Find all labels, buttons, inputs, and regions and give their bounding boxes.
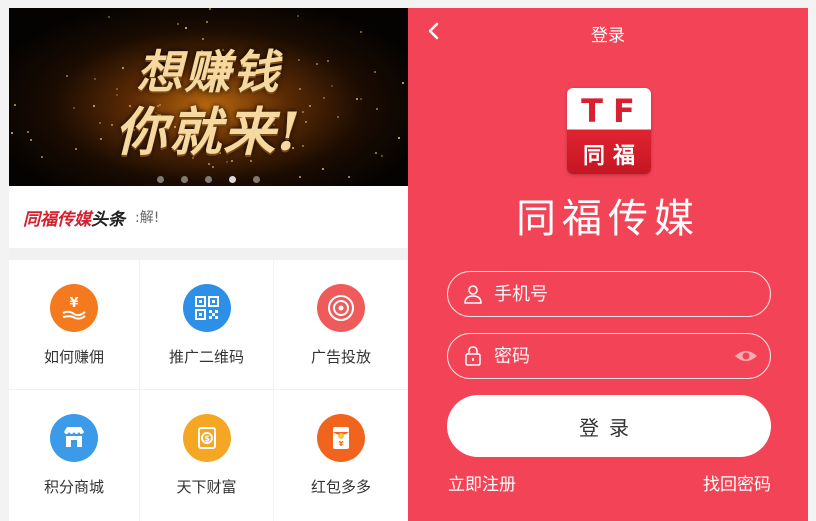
carousel-dot[interactable] [156,176,164,183]
feature-points-mall[interactable]: 积分商城 [9,390,139,521]
svg-text:¥: ¥ [69,296,78,311]
feature-label: 红包多多 [310,478,371,496]
headline-brand: 同福传媒 [23,209,91,230]
banner-spark [297,14,300,17]
store-icon [50,414,98,462]
banner-spark [208,8,211,10]
login-button[interactable]: 登录 [447,395,771,457]
carousel-dot[interactable] [253,176,261,183]
feature-label: 积分商城 [43,478,104,496]
brand-name: 同福传媒 [516,196,700,242]
svg-text:¥: ¥ [339,440,344,448]
qr-code-icon [182,284,231,332]
feature-label: 推广二维码 [168,348,244,366]
feature-label: 天下财富 [176,478,237,496]
home-panel: 想赚钱 你就来! 同福传媒 头条 :解! ¥ 如何赚佣 推广二维码 广告投放 积… [9,8,408,521]
password-input[interactable] [494,342,734,370]
carousel-dots [9,168,408,186]
feature-how-to-earn[interactable]: ¥ 如何赚佣 [9,260,139,389]
banner-spark [185,27,188,30]
user-icon [462,283,484,305]
headline-text: :解! [135,210,160,226]
banner-spark [360,30,363,33]
banner-spark [107,15,110,18]
lock-icon [462,345,484,367]
yen-hand-icon: ¥ [50,284,98,332]
forgot-password-link[interactable]: 找回密码 [703,470,771,495]
section-divider [9,248,408,260]
feature-world-wealth[interactable]: $ 天下财富 [140,390,273,521]
feature-red-packets[interactable]: ¥ 红包多多 [274,390,408,521]
banner-spark [177,22,180,25]
red-envelope-icon: ¥ [317,414,365,462]
target-icon [317,284,365,332]
logo-chinese: 同福 [582,144,643,169]
phone-input[interactable] [494,280,734,308]
carousel-dot[interactable] [180,176,188,183]
carousel-dot-active[interactable] [229,176,237,183]
feature-grid: ¥ 如何赚佣 推广二维码 广告投放 积分商城 $ 天下财富 ¥ 红包多多 [9,260,408,521]
banner-line2: 你就来! [115,102,302,163]
headline-bar[interactable]: 同福传媒 头条 :解! [9,186,408,248]
eye-icon[interactable] [734,346,758,366]
logo-letters: TF [581,92,645,130]
password-field[interactable] [447,333,771,379]
register-link[interactable]: 立即注册 [448,470,516,495]
coins-icon: $ [182,414,231,462]
page-title: 登录 [591,26,625,46]
phone-field[interactable] [447,271,771,317]
feature-ad-placement[interactable]: 广告投放 [274,260,408,389]
feature-label: 广告投放 [310,348,371,366]
banner-spark [205,21,208,24]
headline-tag: 头条 [91,209,125,230]
app-logo: TF 同福 [567,88,651,174]
svg-text:$: $ [204,434,210,443]
feature-promo-qr[interactable]: 推广二维码 [140,260,273,389]
feature-label: 如何赚佣 [43,348,104,366]
carousel-dot[interactable] [205,176,212,183]
login-screen: 登录 TF 同福 同福传媒 登录 立即注册 找回密码 [408,8,808,521]
promo-banner[interactable]: 想赚钱 你就来! [9,8,408,186]
